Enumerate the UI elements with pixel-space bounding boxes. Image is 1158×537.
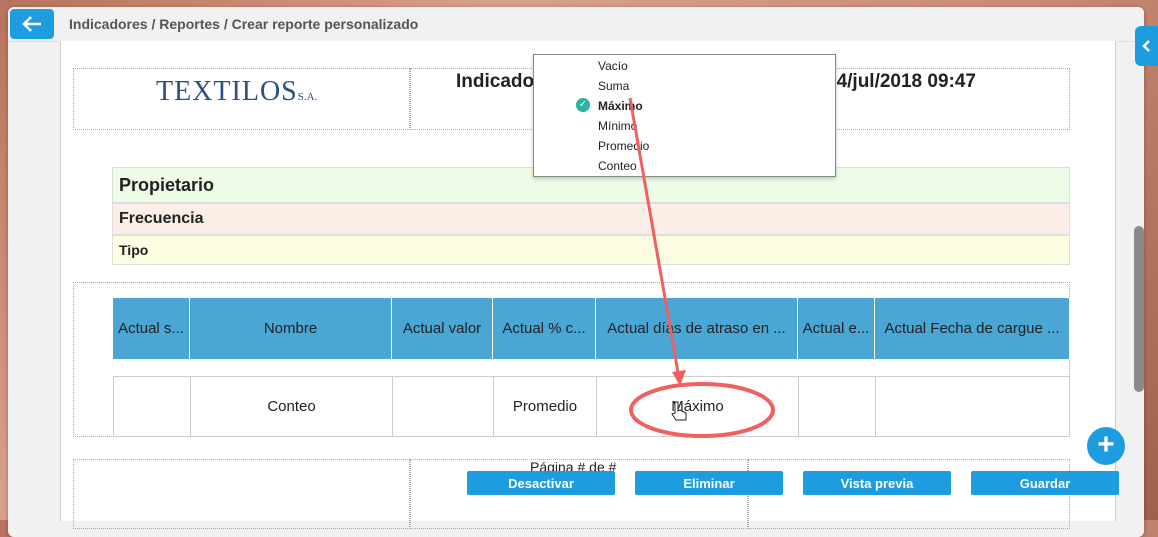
deactivate-button[interactable]: Desactivar xyxy=(467,471,615,495)
annotation-overlay xyxy=(628,97,775,438)
chevron-left-icon xyxy=(1141,40,1150,52)
save-button[interactable]: Guardar xyxy=(971,471,1119,495)
preview-button[interactable]: Vista previa xyxy=(803,471,951,495)
annotation-ellipse xyxy=(629,382,775,438)
delete-button[interactable]: Eliminar xyxy=(635,471,783,495)
add-button[interactable]: + xyxy=(1087,427,1125,465)
collapse-panel-button[interactable] xyxy=(1135,26,1158,66)
scrollbar-thumb[interactable] xyxy=(1134,226,1144,392)
plus-icon: + xyxy=(1097,428,1115,461)
annotation-arrow xyxy=(628,97,681,379)
hand-cursor-icon xyxy=(671,401,687,421)
